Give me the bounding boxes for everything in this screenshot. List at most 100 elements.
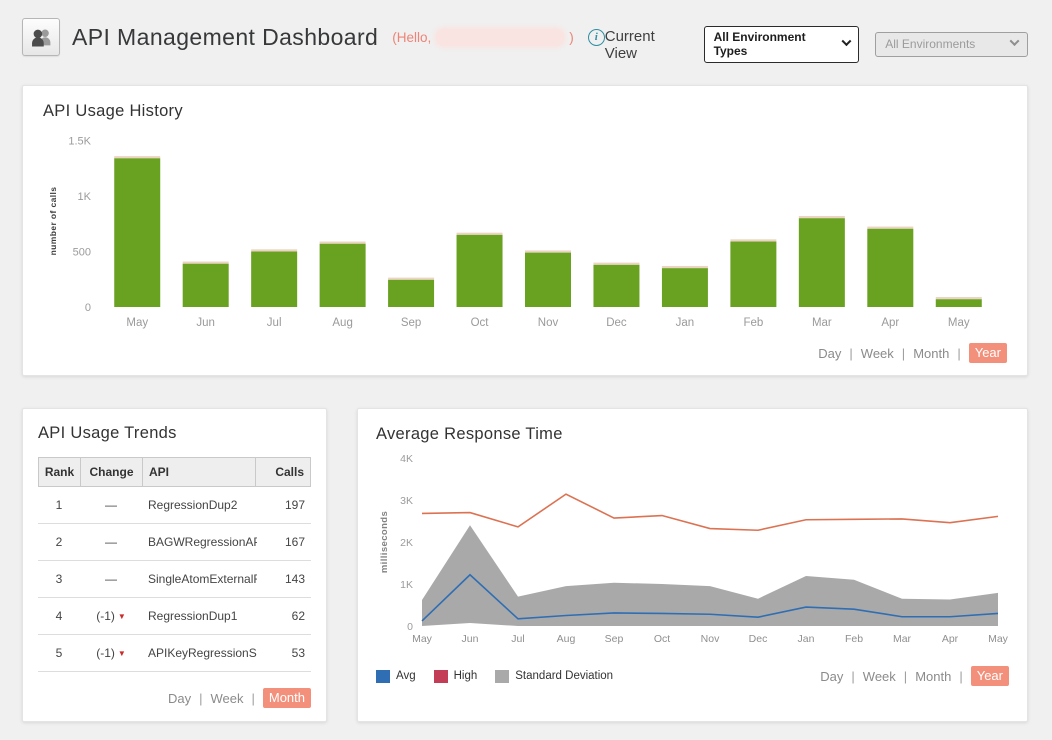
environment-types-select[interactable]: All Environment Types (704, 26, 860, 63)
calls-cell: 62 (257, 609, 311, 623)
page-title: API Management Dashboard (72, 24, 378, 51)
header: API Management Dashboard (Hello, ) Curre… (22, 16, 1028, 63)
response-time-title: Average Response Time (376, 425, 1009, 444)
col-rank: Rank (39, 458, 81, 486)
svg-text:Dec: Dec (749, 633, 768, 645)
svg-text:Jun: Jun (462, 633, 479, 645)
svg-text:Sep: Sep (605, 633, 624, 645)
svg-text:Jul: Jul (267, 317, 282, 329)
usage-trends-title: API Usage Trends (38, 424, 311, 443)
chart-legend: Avg High Standard Deviation (376, 670, 613, 683)
svg-text:Feb: Feb (845, 633, 863, 645)
legend-item-avg: Avg (376, 670, 416, 683)
rank-cell: 5 (38, 646, 80, 660)
svg-text:Nov: Nov (538, 317, 559, 329)
period-separator: | (904, 669, 907, 684)
svg-text:0: 0 (85, 302, 91, 314)
svg-text:500: 500 (73, 247, 91, 259)
svg-text:2K: 2K (400, 537, 413, 549)
usage-history-title: API Usage History (43, 102, 1007, 121)
period-option-week[interactable]: Week (861, 346, 894, 361)
svg-text:Oct: Oct (654, 633, 670, 645)
environment-types-value: All Environment Types (714, 30, 834, 58)
legend-item-standard-deviation: Standard Deviation (495, 670, 613, 683)
legend-label: Avg (396, 670, 416, 682)
svg-text:1K: 1K (78, 191, 92, 203)
period-separator: | (849, 346, 852, 361)
response-time-period-selector: Day|Week|Month|Year (820, 666, 1009, 686)
svg-text:3K: 3K (400, 495, 413, 507)
svg-text:milliseconds: milliseconds (379, 511, 390, 573)
users-icon-glyph (28, 24, 55, 51)
header-title-group: API Management Dashboard (Hello, ) (22, 16, 605, 56)
api-cell: BAGWRegressionAPI (142, 535, 257, 549)
chevron-down-icon (841, 36, 851, 46)
period-option-month[interactable]: Month (915, 669, 951, 684)
svg-text:1K: 1K (400, 579, 413, 591)
svg-text:number of calls: number of calls (48, 187, 58, 256)
table-row: 2 —▼ BAGWRegressionAPI 167 (38, 524, 311, 561)
svg-text:Jan: Jan (798, 633, 815, 645)
change-cell: (-1)▼ (80, 609, 142, 623)
usage-trends-period-selector: Day | Week | Month (38, 688, 311, 708)
period-option-day[interactable]: Day (820, 669, 843, 684)
table-row: 4 (-1)▼ RegressionDup1 62 (38, 598, 311, 635)
svg-text:Mar: Mar (893, 633, 912, 645)
col-api: API (143, 458, 256, 486)
period-option-day[interactable]: Day (818, 346, 841, 361)
down-arrow-icon: ▼ (118, 649, 126, 658)
period-separator: | (851, 669, 854, 684)
legend-swatch-icon (376, 670, 390, 683)
redacted-username (436, 29, 564, 46)
period-option-month[interactable]: Month (263, 688, 311, 708)
period-option-week[interactable]: Week (210, 691, 243, 706)
change-cell: —▼ (80, 498, 142, 512)
svg-text:May: May (126, 317, 148, 329)
svg-text:4K: 4K (400, 453, 413, 465)
svg-text:Jul: Jul (511, 633, 524, 645)
greeting-prefix: (Hello, (392, 30, 431, 45)
chevron-down-icon (1010, 36, 1020, 46)
period-option-day[interactable]: Day (168, 691, 191, 706)
api-usage-history-panel: API Usage History 0 500 1K 1.5K number of ca… (22, 85, 1028, 376)
header-controls: Current View All Environment Types All E… (605, 16, 1028, 63)
svg-text:Aug: Aug (332, 317, 352, 329)
legend-item-high: High (434, 670, 478, 683)
api-cell: RegressionDup1 (142, 609, 257, 623)
api-usage-history-chart: 05001K1.5Knumber of callsMayJunJulAugSep… (43, 121, 1001, 343)
calls-cell: 167 (257, 535, 311, 549)
environments-value: All Environments (885, 37, 975, 51)
rank-cell: 3 (38, 572, 80, 586)
svg-text:Feb: Feb (743, 317, 763, 329)
svg-text:1.5K: 1.5K (68, 136, 91, 148)
info-icon[interactable] (588, 29, 605, 46)
svg-text:May: May (412, 633, 433, 645)
period-separator: | (199, 691, 202, 706)
change-cell: (-1)▼ (80, 646, 142, 660)
rank-cell: 1 (38, 498, 80, 512)
rank-cell: 4 (38, 609, 80, 623)
svg-text:Aug: Aug (557, 633, 576, 645)
svg-text:Dec: Dec (606, 317, 627, 329)
period-separator: | (251, 691, 254, 706)
col-change: Change (81, 458, 143, 486)
change-cell: —▼ (80, 572, 142, 586)
svg-text:Sep: Sep (401, 317, 421, 329)
period-option-week[interactable]: Week (863, 669, 896, 684)
svg-text:0: 0 (407, 621, 413, 633)
rank-cell: 2 (38, 535, 80, 549)
period-option-year[interactable]: Year (971, 666, 1009, 686)
col-calls: Calls (256, 458, 310, 486)
legend-label: Standard Deviation (515, 670, 613, 682)
period-option-year[interactable]: Year (969, 343, 1007, 363)
table-row: 1 —▼ RegressionDup2 197 (38, 487, 311, 524)
legend-swatch-icon (434, 670, 448, 683)
api-cell: RegressionDup2 (142, 498, 257, 512)
svg-text:Apr: Apr (881, 317, 899, 329)
period-option-month[interactable]: Month (913, 346, 949, 361)
table-header-row: Rank Change API Calls (38, 457, 311, 487)
svg-text:Apr: Apr (942, 633, 959, 645)
average-response-time-panel: Average Response Time 0 1K 2K 3K 4K milliseco… (357, 408, 1028, 722)
environments-select[interactable]: All Environments (875, 32, 1028, 57)
period-separator: | (957, 346, 960, 361)
